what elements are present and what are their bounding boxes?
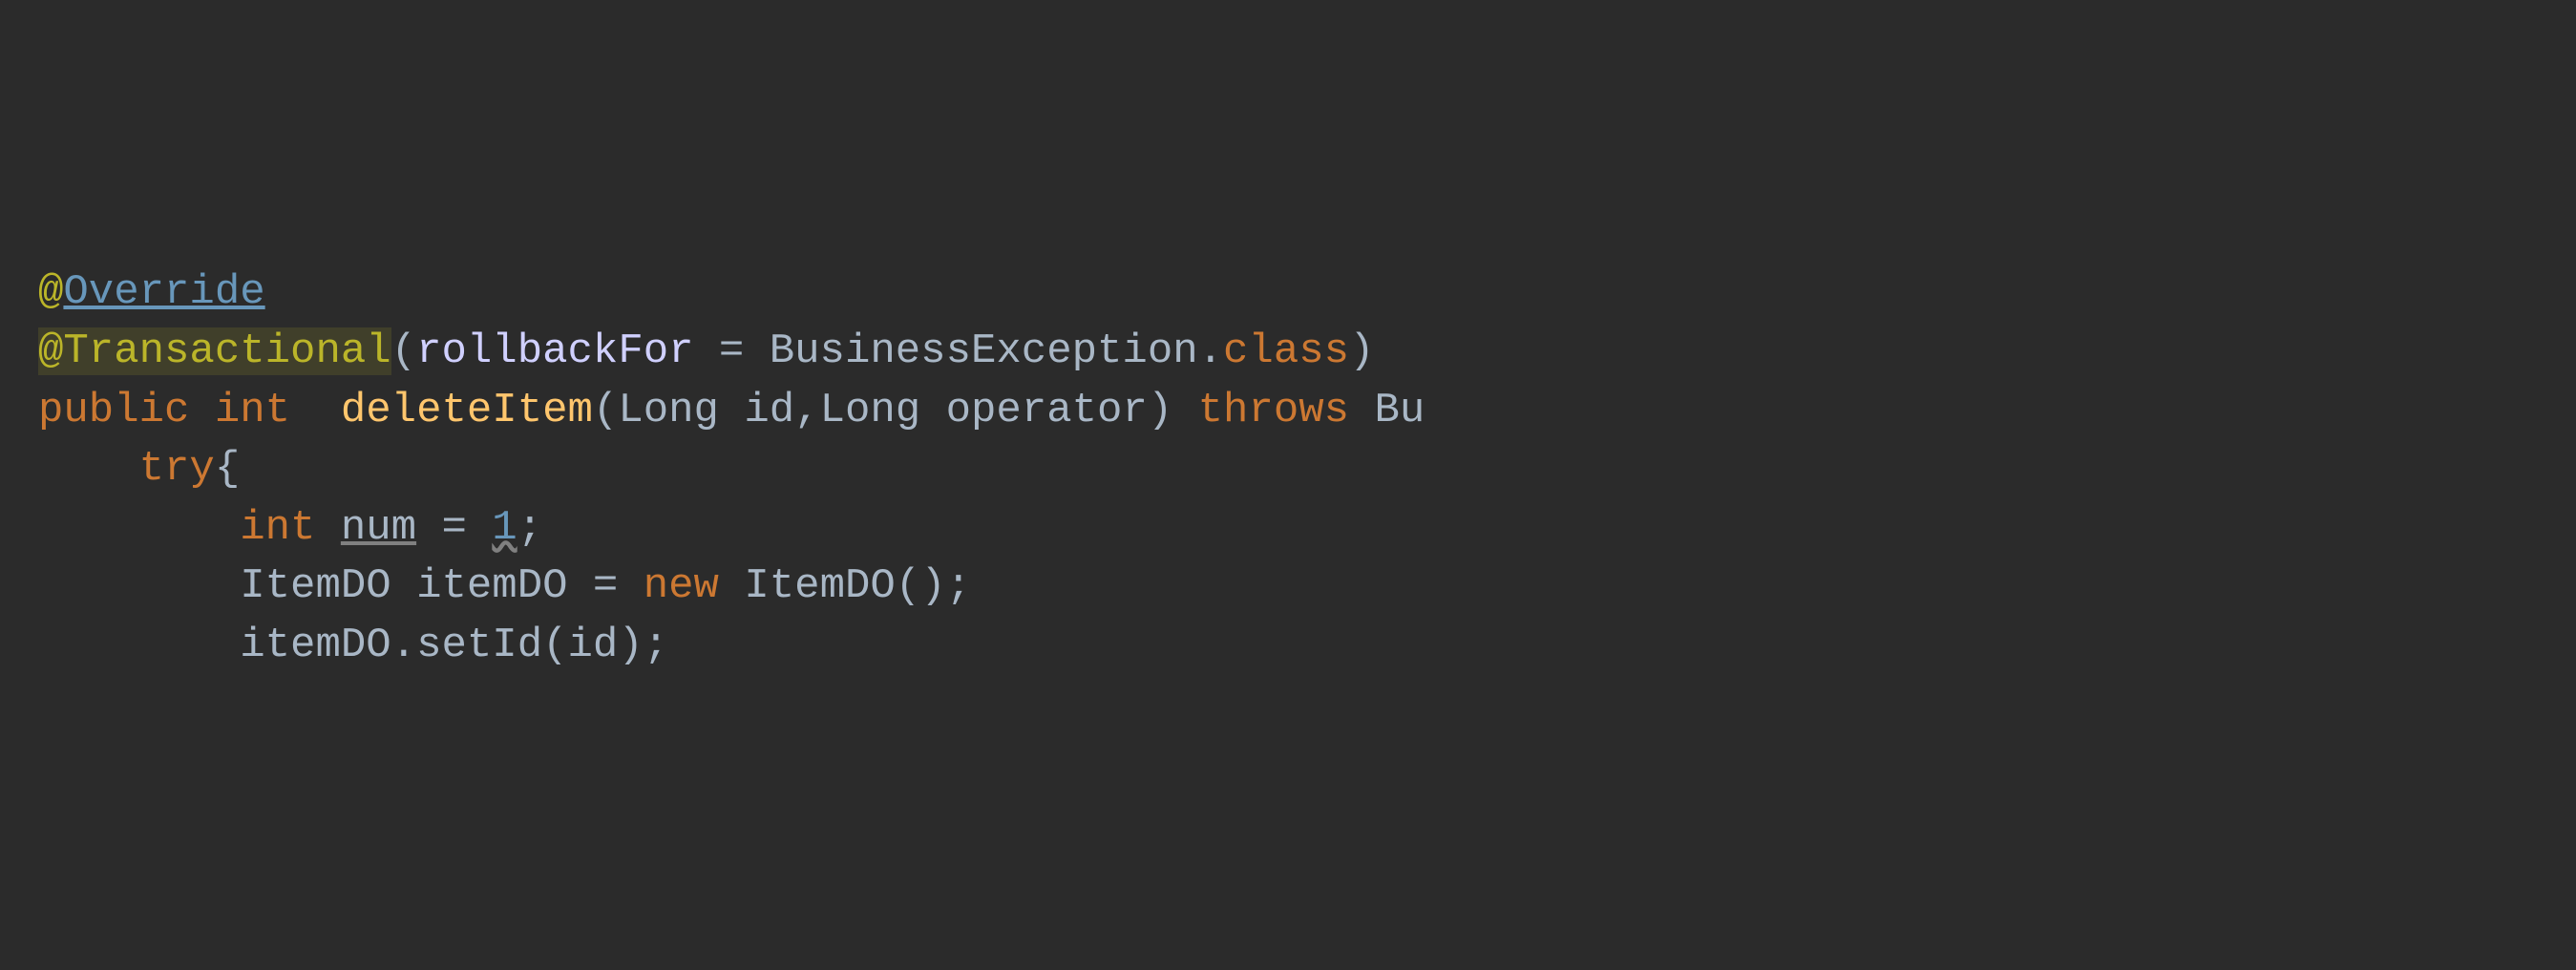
- indent: [38, 562, 240, 610]
- variable-itemdo-ref[interactable]: itemDO: [240, 622, 391, 669]
- indent: [38, 504, 240, 552]
- lparen: (: [391, 327, 416, 375]
- int-keyword: int: [240, 504, 315, 552]
- transactional-annotation[interactable]: Transactional: [63, 327, 391, 375]
- argument-id: id: [568, 622, 619, 669]
- equals: =: [694, 327, 770, 375]
- new-keyword: new: [644, 562, 719, 610]
- semicolon: ;: [517, 504, 542, 552]
- public-keyword: public: [38, 387, 189, 434]
- annotation-at: @: [38, 268, 63, 316]
- code-line-3: public int deleteItem(Long id,Long opera…: [38, 382, 2538, 441]
- variable-itemdo[interactable]: itemDO: [416, 562, 567, 610]
- transactional-annotation-highlight: @Transactional: [38, 327, 391, 375]
- indent: [38, 622, 240, 669]
- rparen: ): [1148, 387, 1172, 434]
- space: [391, 562, 416, 610]
- code-line-4: try{: [38, 440, 2538, 499]
- space: [1172, 387, 1197, 434]
- exception-type-truncated[interactable]: Bu: [1375, 387, 1425, 434]
- equals: =: [568, 562, 644, 610]
- rparen: ): [618, 622, 643, 669]
- space: [189, 387, 214, 434]
- open-brace: {: [215, 445, 240, 493]
- int-keyword: int: [215, 387, 290, 434]
- override-annotation[interactable]: Override: [63, 268, 264, 316]
- param-operator: operator: [946, 387, 1148, 434]
- space: [920, 387, 945, 434]
- indent: [38, 445, 139, 493]
- semicolon: ;: [946, 562, 971, 610]
- class-keyword: class: [1223, 327, 1349, 375]
- exception-class-ref[interactable]: BusinessException: [770, 327, 1198, 375]
- code-line-6: ItemDO itemDO = new ItemDO();: [38, 558, 2538, 617]
- code-editor[interactable]: @Override@Transactional(rollbackFor = Bu…: [38, 264, 2538, 675]
- annotation-at: @: [38, 327, 63, 375]
- param-type-long[interactable]: Long: [618, 387, 719, 434]
- code-line-5: int num = 1;: [38, 499, 2538, 559]
- comma: ,: [794, 387, 819, 434]
- param-type-long[interactable]: Long: [820, 387, 921, 434]
- method-setid[interactable]: setId: [416, 622, 542, 669]
- space: [1349, 387, 1374, 434]
- number-literal: 1: [492, 504, 517, 552]
- space: [719, 562, 744, 610]
- type-itemdo[interactable]: ItemDO: [240, 562, 391, 610]
- annotation-attribute: rollbackFor: [416, 327, 693, 375]
- lparen: (: [542, 622, 567, 669]
- rparen: ): [1349, 327, 1374, 375]
- equals: =: [416, 504, 492, 552]
- space: [719, 387, 744, 434]
- variable-num[interactable]: num: [341, 504, 416, 552]
- space: [315, 504, 340, 552]
- method-name-deleteitem[interactable]: deleteItem: [341, 387, 593, 434]
- parens: (): [896, 562, 946, 610]
- semicolon: ;: [644, 622, 668, 669]
- code-line-7: itemDO.setId(id);: [38, 617, 2538, 676]
- dot: .: [391, 622, 416, 669]
- param-id: id: [744, 387, 794, 434]
- try-keyword: try: [139, 445, 215, 493]
- code-line-2: @Transactional(rollbackFor = BusinessExc…: [38, 323, 2538, 382]
- dot: .: [1198, 327, 1223, 375]
- space: [290, 387, 341, 434]
- code-line-1: @Override: [38, 264, 2538, 323]
- constructor-itemdo[interactable]: ItemDO: [744, 562, 895, 610]
- throws-keyword: throws: [1198, 387, 1349, 434]
- lparen: (: [593, 387, 618, 434]
